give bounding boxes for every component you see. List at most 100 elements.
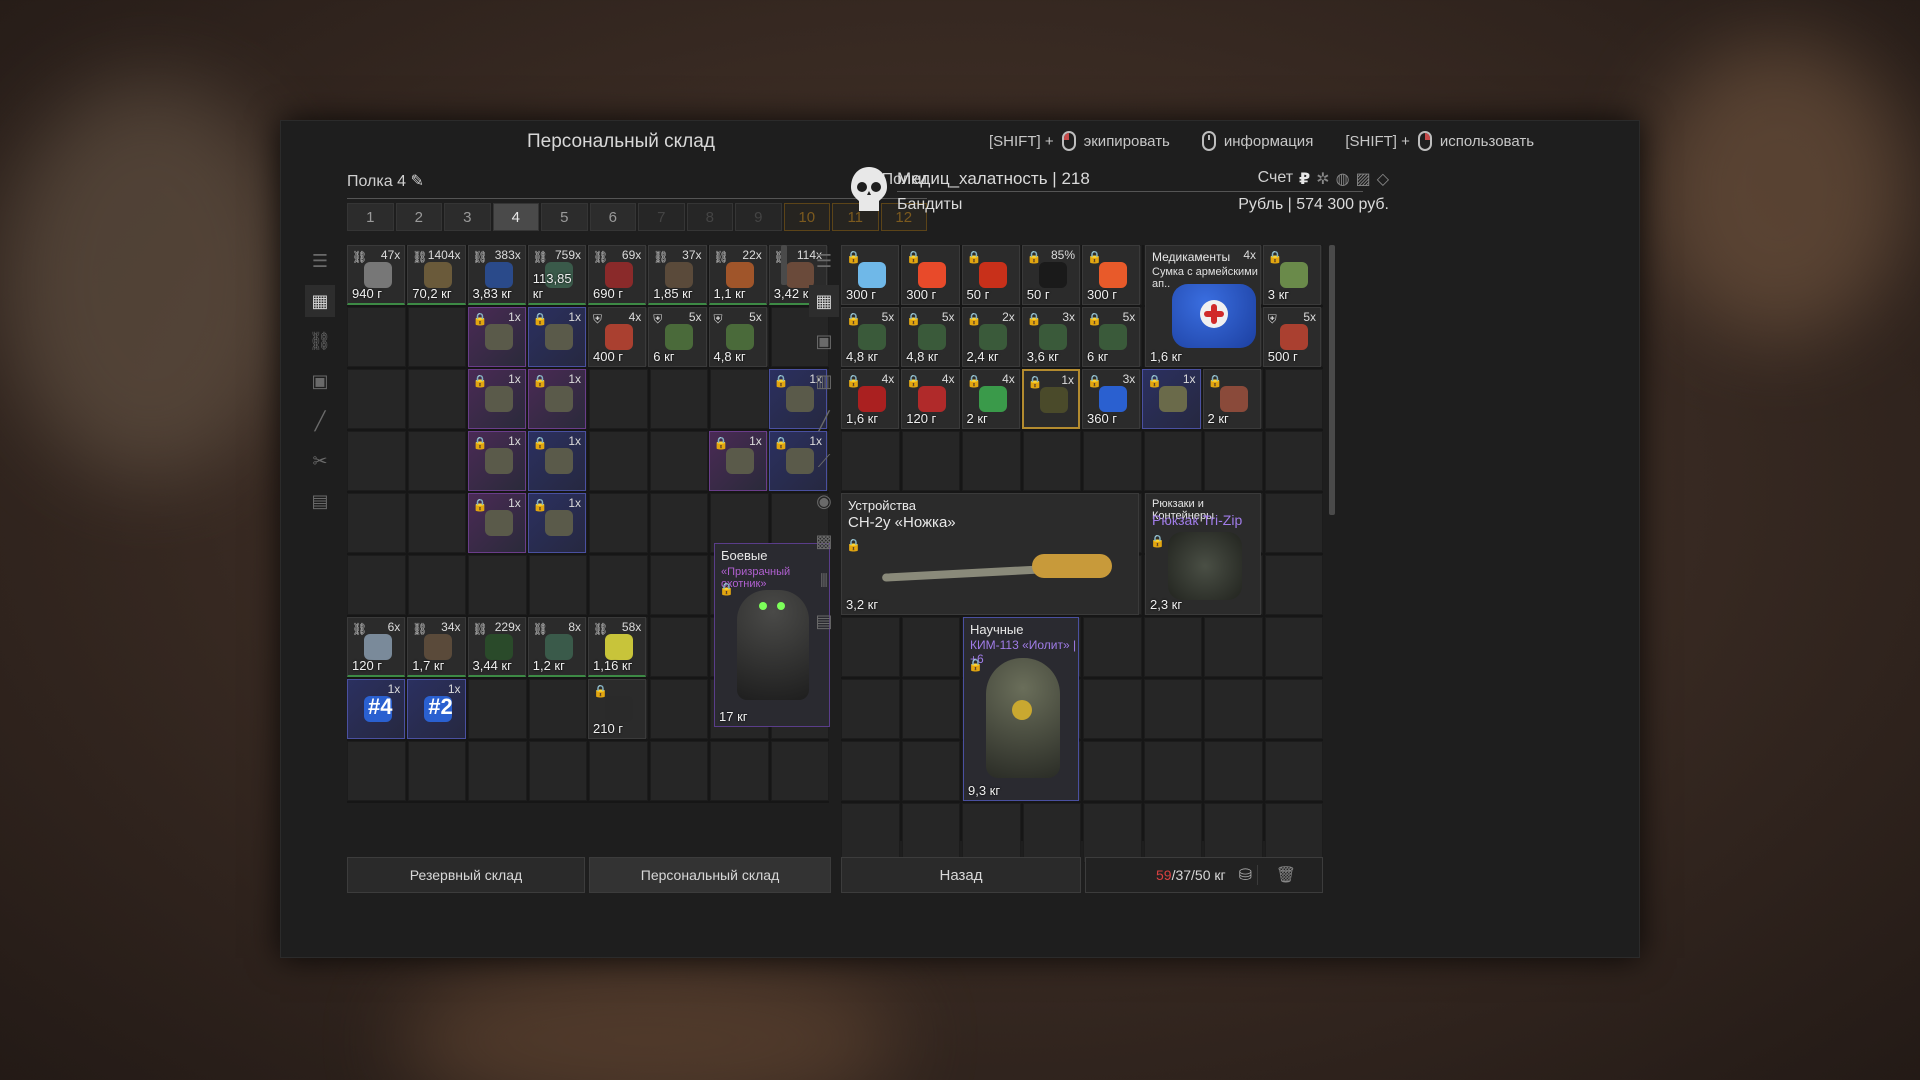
grid-cell[interactable] (347, 555, 406, 615)
storage-scrollbar[interactable] (779, 245, 789, 285)
grid-cell[interactable] (1204, 431, 1263, 491)
grid-cell[interactable] (1264, 369, 1323, 429)
weapon-icon[interactable]: ╱ (809, 405, 839, 437)
weapon-icon[interactable]: ╱ (305, 405, 335, 437)
grid-cell[interactable] (468, 555, 527, 615)
grid-cell[interactable] (1264, 493, 1323, 553)
grid-cell[interactable] (407, 307, 466, 367)
grid-cell[interactable] (1204, 617, 1263, 677)
grid-cell[interactable] (901, 431, 960, 491)
inventory-item[interactable]: ⛓ 69x 690 г (588, 245, 647, 305)
inventory-item[interactable]: ⛓ 6x 120 г (347, 617, 406, 677)
inventory-item[interactable]: 🔒 5x 4,8 кг (841, 307, 900, 367)
grid-cell[interactable] (1143, 679, 1202, 739)
inventory-item[interactable]: 🔒 5x 4,8 кг (901, 307, 960, 367)
grid-cell[interactable] (649, 555, 708, 615)
grid-cell[interactable] (1143, 431, 1202, 491)
inventory-item[interactable]: ⛓ 1404x 70,2 кг (407, 245, 466, 305)
inventory-item[interactable]: 🔒 3 кг (1262, 245, 1321, 305)
grid-cell[interactable] (901, 679, 960, 739)
grid-cell[interactable] (1264, 431, 1323, 491)
inventory-item[interactable]: ⛨ 5x 4,8 кг (708, 307, 767, 367)
edit-pencil-icon[interactable]: ✎ (410, 173, 423, 190)
grid-cell[interactable] (770, 741, 829, 801)
inventory-item[interactable]: ⛓ 47x 940 г (347, 245, 406, 305)
inventory-item[interactable]: 🔒 1x (708, 431, 767, 491)
inventory-item[interactable]: 🔒 1x (527, 369, 586, 429)
grid-cell[interactable] (1264, 741, 1323, 801)
tab-6[interactable]: 6 (589, 203, 636, 231)
grid-cell[interactable] (710, 741, 769, 801)
grid-cell[interactable] (649, 493, 708, 553)
coin-icon[interactable]: ◍ (1336, 169, 1350, 189)
grid-cell[interactable] (1264, 803, 1323, 863)
container-icon[interactable]: ▤ (305, 485, 335, 517)
tab-5[interactable]: 5 (541, 203, 588, 231)
inventory-item[interactable]: 🔒 1x (527, 307, 586, 367)
tab-4[interactable]: 4 (492, 203, 539, 231)
inventory-item[interactable]: 🔒 4x 2 кг (961, 369, 1020, 429)
grid-cell[interactable] (1083, 679, 1142, 739)
token-icon[interactable]: ◇ (1377, 169, 1389, 189)
grid-cell[interactable] (1083, 741, 1142, 801)
grid-cell[interactable] (1204, 803, 1263, 863)
grid-cell[interactable] (589, 555, 648, 615)
inventory-item[interactable]: 🔒 2 кг (1202, 369, 1261, 429)
grid-cell[interactable] (962, 803, 1021, 863)
inventory-item[interactable]: ⛓ 8x 1,2 кг (527, 617, 586, 677)
tab-7[interactable]: 7 (638, 203, 685, 231)
inventory-item[interactable]: 🔒 1x (1142, 369, 1201, 429)
grid-cell[interactable] (407, 369, 466, 429)
tickets-icon[interactable]: ▨ (1356, 169, 1371, 189)
grenade-icon[interactable]: ◉ (809, 485, 839, 517)
grid-cell[interactable] (528, 555, 587, 615)
link-icon[interactable]: ⛓ (305, 325, 335, 357)
grid-cell[interactable] (649, 679, 708, 739)
tab-9[interactable]: 9 (735, 203, 782, 231)
grid-cell[interactable] (1204, 679, 1263, 739)
inventory-item[interactable]: 🔒 2x 2,4 кг (961, 307, 1020, 367)
grid-cell[interactable] (589, 493, 648, 553)
inventory-item[interactable]: ⛓ 37x 1,85 кг (648, 245, 707, 305)
grid-cell[interactable] (1143, 741, 1202, 801)
item-medkit-bag[interactable]: Медикаменты 4x Сумка с армейскими ап.. 1… (1145, 245, 1261, 367)
grid-cell[interactable] (407, 555, 466, 615)
item-detector[interactable]: Устройства СН-2у «Ножка» 🔒 3,2 кг (841, 493, 1139, 615)
inventory-item[interactable]: 🔒 300 г (1082, 245, 1141, 305)
inventory-item[interactable]: ⛓ 22x 1,1 кг (708, 245, 767, 305)
grid-cell[interactable] (901, 803, 960, 863)
grid-cell[interactable] (1204, 741, 1263, 801)
grid-cell[interactable] (1083, 431, 1142, 491)
inventory-item[interactable]: 🔒 1x (1021, 369, 1080, 429)
grid-cell[interactable] (589, 741, 648, 801)
grid-cell[interactable] (1083, 803, 1142, 863)
tab-3[interactable]: 3 (444, 203, 491, 231)
tab-1[interactable]: 1 (347, 203, 394, 231)
inventory-item[interactable]: 🔒 85% 50 г (1021, 245, 1080, 305)
item-backpack[interactable]: Рюкзаки и Контейнеры Рюкзак Tri-Zip 🔒 2,… (1145, 493, 1261, 615)
sort-icon[interactable]: ☰ (305, 245, 335, 277)
inventory-item[interactable]: 🔒 300 г (901, 245, 960, 305)
grid-cell[interactable] (1022, 803, 1081, 863)
inventory-item[interactable]: 🔒 5x 6 кг (1082, 307, 1141, 367)
grid-cell[interactable] (407, 493, 466, 553)
back-button[interactable]: Назад (841, 857, 1081, 893)
grid-cell[interactable] (841, 431, 900, 491)
trash-icon[interactable]: 🗑 (1256, 865, 1296, 885)
inventory-item[interactable]: ⛨ 5x 6 кг (648, 307, 707, 367)
shelf-label[interactable]: Полка 4 ✎ (347, 171, 424, 198)
inventory-item[interactable]: 🔒 4x 1,6 кг (841, 369, 900, 429)
inventory-item[interactable]: ⛓ 383x 3,83 кг (467, 245, 526, 305)
tab-10[interactable]: 10 (783, 203, 830, 231)
grid-cell[interactable] (841, 803, 900, 863)
all-items-icon[interactable]: ▦ (305, 285, 335, 317)
grid-cell[interactable] (347, 741, 406, 801)
inventory-item[interactable]: 🔒 300 г (841, 245, 900, 305)
grid-cell[interactable] (1264, 555, 1323, 615)
grid-cell[interactable] (841, 741, 900, 801)
inventory-item[interactable]: ⛓ 34x 1,7 кг (407, 617, 466, 677)
container-icon[interactable]: ▤ (809, 605, 839, 637)
grid-cell[interactable] (649, 431, 708, 491)
device-icon[interactable]: ▩ (809, 525, 839, 557)
grid-cell[interactable] (710, 369, 769, 429)
